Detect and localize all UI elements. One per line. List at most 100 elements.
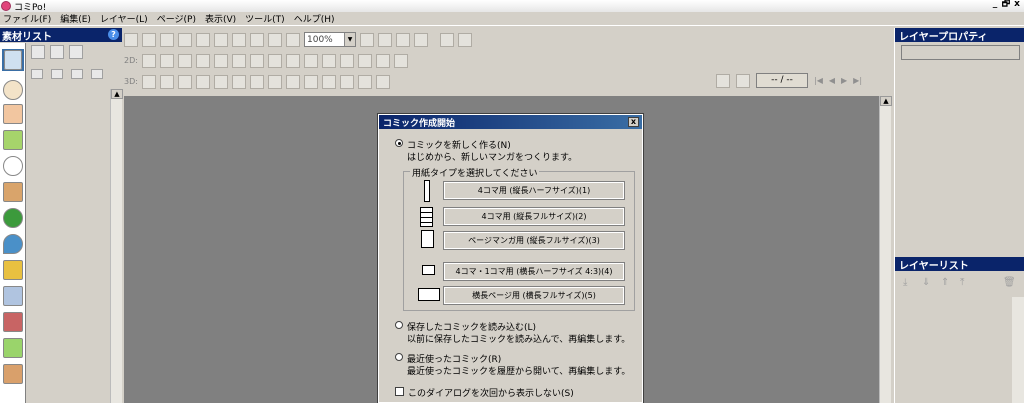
paste-icon[interactable] — [268, 32, 282, 47]
canvas-scrollbar[interactable]: ▲ — [879, 96, 892, 403]
reset-2d-icon[interactable] — [268, 53, 282, 68]
move-left-2d-icon[interactable] — [178, 53, 192, 68]
category-drop-icon[interactable] — [2, 233, 24, 255]
category-panel-icon[interactable] — [2, 49, 24, 71]
camera-rotate-icon[interactable] — [250, 74, 264, 89]
rotate-left-icon[interactable] — [286, 53, 300, 68]
last-page-icon[interactable]: ▶| — [853, 76, 862, 85]
add-page-icon[interactable] — [716, 73, 730, 88]
dont-show-checkbox[interactable] — [395, 387, 404, 396]
reset-3d-icon[interactable] — [358, 74, 372, 89]
rotate-2d-icon[interactable] — [250, 53, 264, 68]
copy-item-icon[interactable] — [50, 45, 64, 59]
scale-up-icon[interactable] — [214, 53, 228, 68]
paper-button-4koma-half[interactable]: 4コマ用 (縦長ハーフサイズ)(1) — [443, 181, 625, 200]
move-3d-right-icon[interactable] — [196, 74, 210, 89]
cut-icon[interactable] — [232, 32, 246, 47]
dont-show-again[interactable]: このダイアログを次回から表示しない(S) — [395, 386, 574, 399]
distribute-icon[interactable] — [394, 53, 408, 68]
layer-down-icon[interactable]: ⇓ — [922, 277, 933, 288]
prev-page-icon[interactable]: ◀ — [829, 76, 835, 85]
scale-down-icon[interactable] — [232, 53, 246, 68]
category-user-background-icon[interactable] — [2, 311, 24, 333]
radio-load-comic[interactable] — [395, 321, 403, 329]
scale-3d-icon[interactable] — [214, 74, 228, 89]
category-tree-icon[interactable] — [2, 207, 24, 229]
trash-icon[interactable] — [286, 32, 300, 47]
chevron-down-icon[interactable]: ▼ — [344, 33, 355, 46]
category-speech-bubble-icon[interactable] — [2, 155, 24, 177]
menu-help[interactable]: ヘルプ(H) — [294, 12, 335, 25]
paint-icon[interactable] — [178, 32, 192, 47]
radio-new-comic[interactable] — [395, 139, 403, 147]
category-background-icon[interactable] — [2, 181, 24, 203]
export-icon[interactable] — [160, 32, 174, 47]
dialog-close-button[interactable]: x — [628, 117, 639, 127]
category-text-effect-icon[interactable] — [2, 259, 24, 281]
paper-button-4koma-full[interactable]: 4コマ用 (縦長フルサイズ)(2) — [443, 207, 625, 226]
layer-trash-icon[interactable]: 🗑 — [1003, 277, 1016, 288]
layer-list-scrollbar[interactable] — [1012, 297, 1024, 403]
first-page-icon[interactable]: |◀ — [814, 76, 823, 85]
shrink-3d-icon[interactable] — [232, 74, 246, 89]
paper-button-page-manga[interactable]: ページマンガ用 (縦長フルサイズ)(3) — [443, 231, 625, 250]
zoom-select[interactable]: 100% ▼ — [304, 32, 356, 47]
fit-width-icon[interactable] — [414, 32, 428, 47]
fit-page-icon[interactable] — [396, 32, 410, 47]
rotate-right-icon[interactable] — [304, 53, 318, 68]
align-icon[interactable] — [376, 53, 390, 68]
camera-zoom-icon[interactable] — [304, 74, 318, 89]
layer-bottom-icon[interactable]: ⤓ — [903, 277, 914, 288]
restore-button[interactable]: 🗗 — [1001, 0, 1011, 10]
redo-icon[interactable] — [196, 32, 210, 47]
move-top-icon[interactable] — [31, 69, 43, 79]
menu-edit[interactable]: 編集(E) — [60, 12, 91, 25]
paper-button-horizontal-full[interactable]: 横長ページ用 (横長フルサイズ)(5) — [443, 286, 625, 305]
menu-view[interactable]: 表示(V) — [205, 12, 236, 25]
delete-item-icon[interactable] — [69, 45, 83, 59]
camera-pan-icon[interactable] — [286, 74, 300, 89]
print-icon[interactable] — [124, 32, 138, 47]
category-3d-object-icon[interactable] — [2, 129, 24, 151]
scroll-up-arrow[interactable]: ▲ — [111, 89, 123, 99]
help-icon[interactable]: ? — [108, 29, 119, 40]
category-user-character-icon[interactable] — [2, 363, 24, 385]
reset-rotate-icon[interactable] — [358, 53, 372, 68]
move-bottom-icon[interactable] — [91, 69, 103, 79]
settings-icon[interactable] — [440, 32, 454, 47]
zoom-in-icon[interactable] — [360, 32, 374, 47]
layer-top-icon[interactable]: ⤒ — [960, 277, 971, 288]
move-3d-left-icon[interactable] — [178, 74, 192, 89]
lighting-icon[interactable] — [376, 74, 390, 89]
layer-up-icon[interactable]: ⇑ — [941, 277, 952, 288]
menu-file[interactable]: ファイル(F) — [3, 12, 51, 25]
paper-button-horizontal-half[interactable]: 4コマ・1コマ用 (横長ハーフサイズ 4:3)(4) — [443, 262, 625, 281]
move-up-2d-icon[interactable] — [142, 53, 156, 68]
copy-icon[interactable] — [250, 32, 264, 47]
flip-horizontal-icon[interactable] — [322, 53, 336, 68]
undo-icon[interactable] — [214, 32, 228, 47]
menu-tools[interactable]: ツール(T) — [245, 12, 285, 25]
move-right-2d-icon[interactable] — [196, 53, 210, 68]
category-character-icon[interactable] — [2, 103, 24, 125]
close-button[interactable]: x — [1012, 0, 1022, 10]
library-scrollbar[interactable]: ▲ — [110, 89, 123, 403]
menu-layer[interactable]: レイヤー(L) — [100, 12, 148, 25]
canvas-scroll-up-arrow[interactable]: ▲ — [880, 96, 892, 106]
move-down-icon[interactable] — [71, 69, 83, 79]
move-down-2d-icon[interactable] — [160, 53, 174, 68]
save-icon[interactable] — [142, 32, 156, 47]
layer-properties-field[interactable] — [901, 45, 1020, 60]
flip-vertical-icon[interactable] — [340, 53, 354, 68]
radio-recent-comic[interactable] — [395, 353, 403, 361]
move-up-icon[interactable] — [51, 69, 63, 79]
menu-page[interactable]: ページ(P) — [157, 12, 196, 25]
delete-page-icon[interactable] — [736, 73, 750, 88]
next-page-icon[interactable]: ▶ — [841, 76, 847, 85]
category-balloon-icon[interactable] — [2, 79, 24, 101]
move-3d-icon[interactable] — [142, 74, 156, 89]
zoom-out-icon[interactable] — [378, 32, 392, 47]
category-effect-lines-icon[interactable] — [2, 285, 24, 307]
minimize-button[interactable]: _ — [990, 0, 1000, 10]
new-item-icon[interactable] — [31, 45, 45, 59]
